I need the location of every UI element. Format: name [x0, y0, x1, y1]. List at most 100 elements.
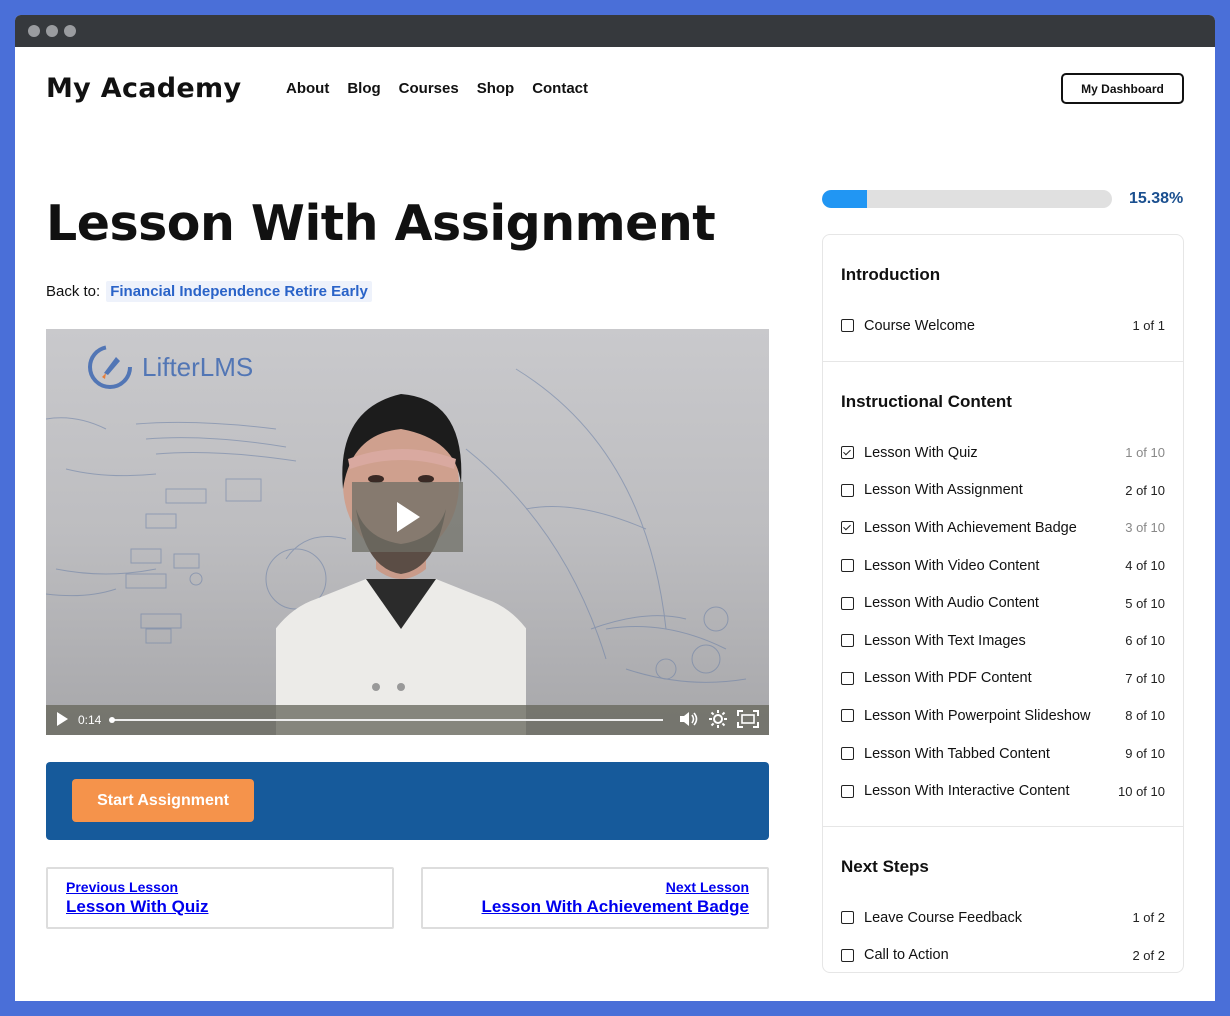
lesson-name: Lesson With Tabbed Content	[864, 745, 1050, 762]
rocket-icon	[88, 345, 132, 389]
section-title: Instructional Content	[841, 392, 1012, 411]
lesson-name: Call to Action	[864, 947, 949, 964]
syllabus-lesson-item[interactable]: Course Welcome 1 of 1	[841, 307, 1165, 345]
lesson-count: 5 of 10	[1125, 595, 1165, 611]
lesson-name: Lesson With Text Images	[864, 632, 1026, 649]
lesson-name: Lesson With Achievement Badge	[864, 519, 1077, 536]
back-to-label: Back to:	[46, 283, 101, 300]
nav-about[interactable]: About	[286, 80, 329, 97]
big-play-button[interactable]	[352, 482, 463, 552]
presenter-image	[276, 394, 526, 735]
my-dashboard-button[interactable]: My Dashboard	[1061, 73, 1184, 104]
browser-window: My Academy About Blog Courses Shop Conta…	[15, 15, 1215, 1001]
unchecked-checkbox-icon	[841, 747, 854, 761]
lesson-count: 1 of 10	[1125, 445, 1165, 461]
video-current-time: 0:14	[78, 713, 102, 727]
back-to-course: Back to: Financial Independence Retire E…	[46, 281, 372, 302]
syllabus-lesson-item[interactable]: Lesson With Powerpoint Slideshow 8 of 10	[841, 697, 1165, 735]
main-nav: About Blog Courses Shop Contact	[286, 80, 588, 97]
unchecked-checkbox-icon	[841, 671, 854, 685]
lesson-count: 1 of 1	[1132, 318, 1165, 334]
previous-lesson-link[interactable]: Previous Lesson Lesson With Quiz	[46, 867, 394, 929]
lesson-count: 9 of 10	[1125, 746, 1165, 762]
unchecked-checkbox-icon	[841, 319, 854, 333]
syllabus-lesson-item[interactable]: Lesson With Interactive Content 10 of 10	[841, 772, 1165, 810]
window-close-dot[interactable]	[28, 25, 40, 37]
syllabus-lesson-item[interactable]: Lesson With Audio Content 5 of 10	[841, 584, 1165, 622]
lesson-title: Lesson With Assignment	[46, 195, 716, 252]
section-instructional-content: Instructional Content Lesson With Quiz 1 o…	[823, 362, 1183, 827]
section-title: Introduction	[841, 265, 941, 284]
assignment-panel: Start Assignment	[46, 762, 769, 840]
syllabus-lesson-item[interactable]: Leave Course Feedback 1 of 2	[841, 899, 1165, 937]
video-scrubber[interactable]	[109, 717, 663, 723]
syllabus-lesson-item[interactable]: Lesson With Quiz 1 of 10	[841, 434, 1165, 472]
course-progress-bar	[822, 190, 1112, 208]
syllabus-lesson-item[interactable]: Call to Action 2 of 2	[841, 937, 1165, 975]
play-icon	[396, 502, 420, 532]
lesson-count: 2 of 2	[1132, 947, 1165, 963]
section-next-steps: Next Steps Leave Course Feedback 1 of 2 Cal…	[823, 827, 1183, 972]
unchecked-checkbox-icon	[841, 709, 854, 723]
nav-contact[interactable]: Contact	[532, 80, 588, 97]
site-header: My Academy About Blog Courses Shop Conta…	[15, 47, 1215, 127]
lesson-name: Lesson With Quiz	[864, 444, 978, 461]
course-progress-fill	[822, 190, 867, 208]
settings-gear-icon[interactable]	[709, 709, 727, 731]
lesson-name: Lesson With Video Content	[864, 557, 1040, 574]
lesson-name: Lesson With PDF Content	[864, 670, 1032, 687]
section-introduction: Introduction Course Welcome 1 of 1	[823, 235, 1183, 362]
course-syllabus: Introduction Course Welcome 1 of 1 Instruct…	[822, 234, 1184, 973]
syllabus-lesson-item[interactable]: Lesson With Achievement Badge 3 of 10	[841, 509, 1165, 547]
back-to-course-link[interactable]: Financial Independence Retire Early	[106, 281, 372, 302]
lesson-count: 4 of 10	[1125, 558, 1165, 574]
syllabus-lesson-item[interactable]: Lesson With Video Content 4 of 10	[841, 547, 1165, 585]
lesson-count: 7 of 10	[1125, 670, 1165, 686]
unchecked-checkbox-icon	[841, 483, 854, 497]
lesson-count: 8 of 10	[1125, 708, 1165, 724]
lesson-count: 6 of 10	[1125, 633, 1165, 649]
previous-lesson-name: Lesson With Quiz	[66, 897, 209, 916]
course-progress-percent: 15.38%	[1129, 190, 1184, 207]
video-player[interactable]: LifterLMS 0:14	[46, 329, 769, 735]
syllabus-lesson-item[interactable]: Lesson With PDF Content 7 of 10	[841, 660, 1165, 698]
checked-checkbox-icon	[841, 446, 854, 460]
window-maximize-dot[interactable]	[64, 25, 76, 37]
unchecked-checkbox-icon	[841, 596, 854, 610]
lesson-name: Course Welcome	[864, 317, 975, 334]
lesson-count: 3 of 10	[1125, 520, 1165, 536]
lesson-name: Lesson With Powerpoint Slideshow	[864, 707, 1091, 724]
next-lesson-name: Lesson With Achievement Badge	[481, 897, 750, 916]
unchecked-checkbox-icon	[841, 911, 854, 925]
video-controls: 0:14	[46, 705, 769, 735]
syllabus-lesson-item[interactable]: Lesson With Tabbed Content 9 of 10	[841, 735, 1165, 773]
previous-lesson-label: Previous Lesson	[66, 879, 179, 895]
syllabus-lesson-item[interactable]: Lesson With Text Images 6 of 10	[841, 622, 1165, 660]
lesson-name: Leave Course Feedback	[864, 909, 1022, 926]
lesson-name: Lesson With Interactive Content	[864, 783, 1070, 800]
video-brand-text: LifterLMS	[142, 351, 254, 382]
window-minimize-dot[interactable]	[46, 25, 58, 37]
next-lesson-link[interactable]: Next Lesson Lesson With Achievement Badg…	[421, 867, 769, 929]
volume-icon[interactable]	[679, 711, 699, 730]
nav-shop[interactable]: Shop	[477, 80, 515, 97]
checked-checkbox-icon	[841, 521, 854, 535]
site-logo[interactable]: My Academy	[46, 73, 241, 104]
fullscreen-icon[interactable]	[737, 709, 759, 731]
next-lesson-label: Next Lesson	[665, 879, 749, 895]
start-assignment-button[interactable]: Start Assignment	[72, 779, 254, 822]
unchecked-checkbox-icon	[841, 784, 854, 798]
section-title: Next Steps	[841, 857, 929, 876]
lesson-count: 1 of 2	[1132, 910, 1165, 926]
syllabus-lesson-item[interactable]: Lesson With Assignment 2 of 10	[841, 472, 1165, 510]
play-icon[interactable]	[56, 711, 68, 729]
lifterlms-logo: LifterLMS	[86, 343, 253, 391]
browser-titlebar	[15, 15, 1215, 47]
nav-courses[interactable]: Courses	[399, 80, 459, 97]
lesson-count: 2 of 10	[1125, 482, 1165, 498]
unchecked-checkbox-icon	[841, 948, 854, 962]
unchecked-checkbox-icon	[841, 634, 854, 648]
nav-blog[interactable]: Blog	[347, 80, 380, 97]
lesson-name: Lesson With Assignment	[864, 482, 1023, 499]
lesson-name: Lesson With Audio Content	[864, 595, 1039, 612]
